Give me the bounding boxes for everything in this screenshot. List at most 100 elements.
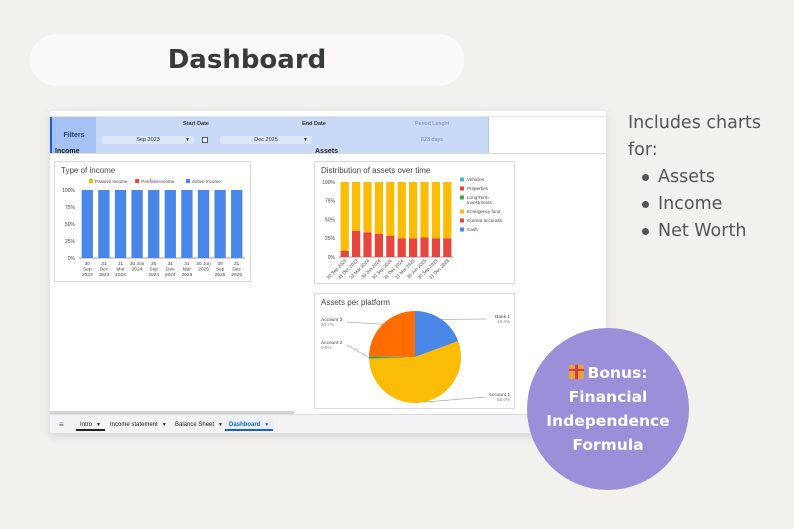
- pie-pct-label: 19.4%: [497, 319, 510, 324]
- chevron-down-icon: ▼: [218, 422, 223, 428]
- y-tick-label: 25%: [65, 239, 76, 245]
- x-tick-label: 2025: [231, 272, 242, 278]
- page-title: Dashboard: [167, 45, 327, 75]
- assets-time-chart: 100%75%50%25%0%30 Sep 202331 Dec 202331 …: [322, 177, 503, 280]
- x-tick-label: 31: [168, 261, 174, 267]
- legend-label: Vehicles: [467, 177, 485, 182]
- x-tick-label: 31: [101, 261, 107, 267]
- pie-pct-label: 20.7%: [321, 322, 334, 327]
- bar-segment: [148, 190, 160, 258]
- legend-swatch: [460, 218, 464, 223]
- leader-line: [346, 344, 370, 358]
- bar-segment: [431, 238, 441, 257]
- bar-segment: [443, 182, 452, 239]
- all-sheets-menu-icon[interactable]: ≡: [59, 420, 64, 429]
- spreadsheet-window: Filters Start Date Sep 2023 ▼ End Date D…: [50, 111, 606, 433]
- title-pill: Dashboard: [30, 34, 464, 86]
- bar-segment: [386, 236, 395, 257]
- bar-segment: [81, 190, 93, 258]
- bar-segment: [98, 190, 110, 258]
- income-section-title: Income: [55, 148, 80, 155]
- legend-swatch: [460, 195, 464, 200]
- chevron-down-icon: ▼: [303, 137, 308, 143]
- includes-heading-line2: for:: [628, 140, 658, 160]
- x-tick-label: 31: [184, 261, 190, 267]
- bar-segment: [340, 182, 349, 251]
- bar-segment: [340, 251, 349, 257]
- tab-intro[interactable]: Intro ▼: [76, 419, 105, 431]
- x-tick-label: 30: [85, 261, 91, 267]
- start-date-label: Start Date: [183, 121, 209, 127]
- x-tick-label: Sep: [149, 267, 158, 273]
- bonus-line: Formula: [572, 436, 644, 454]
- bar-segment: [351, 230, 361, 257]
- x-tick-label: Sep: [83, 267, 92, 273]
- bar-segment: [164, 190, 176, 258]
- bar-segment: [363, 232, 372, 257]
- x-tick-label: Dec: [166, 267, 175, 273]
- bar-segment: [386, 182, 395, 236]
- y-tick-label: 25%: [325, 236, 336, 242]
- assets-platform-chart: Bank 119.4%Account 155.0%Account 20.8%Ac…: [321, 311, 510, 403]
- y-tick-label: 75%: [65, 205, 76, 211]
- horizontal-scrollbar[interactable]: [50, 411, 294, 414]
- y-tick-label: 75%: [325, 199, 336, 205]
- list-item: Income: [642, 191, 761, 218]
- bar-segment: [363, 182, 372, 233]
- legend-swatch: [135, 179, 140, 183]
- y-tick-label: 100%: [322, 180, 335, 186]
- chevron-down-icon: ▼: [161, 422, 167, 428]
- start-date-dropdown[interactable]: Sep 2023 ▼: [102, 136, 194, 144]
- bar-segment: [420, 182, 429, 238]
- x-tick-label: 30: [151, 261, 157, 267]
- y-tick-label: 100%: [62, 188, 75, 194]
- pie-slice: [369, 311, 415, 357]
- pie-pct-label: 55.0%: [497, 397, 510, 402]
- x-tick-label: 30 Jun: [196, 261, 211, 267]
- chevron-down-icon: ▼: [185, 137, 190, 143]
- chevron-down-icon: ▼: [96, 422, 101, 428]
- y-tick-label: 50%: [325, 217, 336, 223]
- x-tick-label: Mar: [116, 267, 125, 273]
- x-tick-label: 2025: [215, 272, 226, 278]
- leader-line: [346, 321, 383, 325]
- tab-income-statement[interactable]: Income statement ▼: [106, 419, 171, 431]
- bar-segment: [397, 238, 406, 257]
- legend-swatch: [460, 209, 464, 214]
- legend-label: Current accounts: [467, 218, 503, 223]
- x-tick-label: Dec: [100, 267, 109, 273]
- bar-segment: [374, 182, 384, 234]
- end-date-label: End Date: [302, 121, 326, 127]
- assets-platform-chart-card[interactable]: Assets per platform Bank 1 19.4% Account 1…: [314, 293, 515, 409]
- bar-segment: [443, 238, 452, 257]
- bar-segment: [197, 190, 210, 258]
- x-tick-label: Dec: [232, 267, 241, 273]
- bonus-line: Financial: [568, 388, 648, 406]
- grid-divider: [488, 117, 489, 153]
- bar-segment: [397, 182, 406, 239]
- bar-segment: [408, 182, 418, 239]
- includes-list-block: Includes charts for: Assets Income Net W…: [628, 110, 761, 245]
- sheet-tab-bar: ≡ Intro ▼ Income statement ▼ Balance Sheet…: [50, 411, 606, 433]
- x-tick-label: 2024: [115, 272, 126, 278]
- pie-pct-label: 0.8%: [321, 345, 331, 350]
- x-tick-label: 30 Jun: [130, 261, 145, 267]
- tab-balance-sheet[interactable]: Balance Sheet ▼: [171, 419, 227, 431]
- calendar-icon[interactable]: [202, 137, 208, 143]
- bonus-line: Independence: [546, 412, 670, 430]
- x-tick-label: 2025: [198, 267, 209, 273]
- bar-segment: [131, 190, 143, 258]
- x-tick-label: Mar: [183, 267, 192, 273]
- assets-time-chart-card[interactable]: Distribution of assets over time 100% 75%…: [314, 161, 515, 284]
- income-chart-card[interactable]: Type of income Passive Income Portfolio i…: [54, 161, 251, 282]
- tab-dashboard[interactable]: Dashboard ▼: [225, 419, 274, 431]
- y-tick-label: 50%: [65, 222, 76, 228]
- gift-icon: [568, 365, 584, 379]
- end-date-dropdown[interactable]: Dec 2025 ▼: [220, 136, 312, 144]
- legend-label: Active Income: [192, 179, 221, 184]
- bar-segment: [431, 182, 441, 239]
- income-chart: Passive Income Portfolio income Active Inc…: [62, 179, 245, 278]
- bar-segment: [420, 237, 429, 257]
- list-item: Assets: [642, 164, 761, 191]
- x-tick-label: 30: [217, 261, 223, 267]
